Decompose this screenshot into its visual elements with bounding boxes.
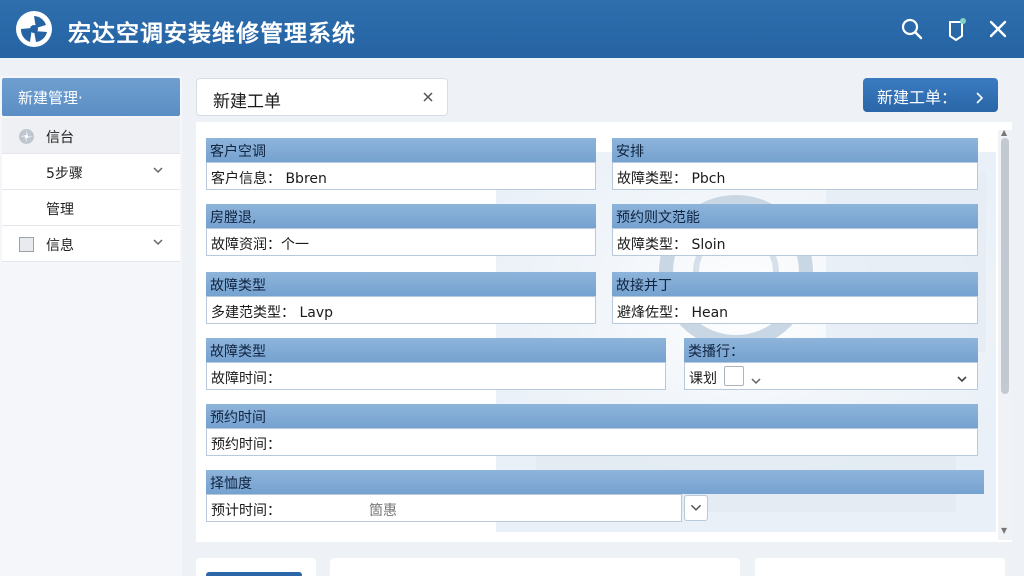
customer-info-field[interactable]: 客户信息： Bbren xyxy=(206,162,596,190)
chevron-right-icon xyxy=(974,89,984,104)
app-header: 宏达空调安装维修管理系统 xyxy=(0,0,1024,58)
field-group-title: 房膛退, xyxy=(206,204,596,228)
new-work-order-button[interactable]: 新建工单： xyxy=(863,78,998,112)
logo-icon xyxy=(16,11,52,47)
tab-label: 新建工单 xyxy=(213,92,281,112)
scroll-down-icon[interactable]: ▼ xyxy=(1001,526,1007,535)
close-icon[interactable] xyxy=(421,89,435,103)
fault-time-field[interactable]: 故障时间： xyxy=(206,362,666,390)
checkbox-icon xyxy=(18,236,35,253)
new-button-label: 新建工单： xyxy=(877,88,958,107)
scroll-thumb[interactable] xyxy=(1001,138,1009,394)
sidebar-item-xintai[interactable]: 信台 xyxy=(2,118,180,154)
scroll-up-icon[interactable]: ▲ xyxy=(1001,128,1007,137)
bottom-card xyxy=(196,558,316,576)
sidebar-head[interactable]: 新建管理· xyxy=(2,78,180,116)
tab-new-work-order[interactable]: 新建工单 xyxy=(196,78,448,116)
field-group-title: 故接并丁 xyxy=(612,272,978,296)
field-group-title: 故障类型 xyxy=(206,272,596,296)
estimated-time-label: 预计时间： xyxy=(211,503,281,519)
field-group-title: 类播行： xyxy=(684,338,978,362)
plan-checkbox[interactable] xyxy=(724,366,744,386)
notification-icon[interactable] xyxy=(943,16,969,42)
sidebar-item-label: 管理 xyxy=(46,202,74,218)
field-group-title: 择恤度 xyxy=(206,470,984,494)
app-title: 宏达空调安装维修管理系统 xyxy=(68,21,356,47)
type-field[interactable]: 避烽佐型： Hean xyxy=(612,296,978,324)
chevron-down-icon xyxy=(750,372,762,385)
bottom-card-button[interactable] xyxy=(206,572,302,576)
multi-type-field[interactable]: 多建范类型： Lavp xyxy=(206,296,596,324)
bottom-card xyxy=(330,558,740,576)
chevron-down-icon xyxy=(152,164,164,176)
appointment-time-field[interactable]: 预约时间： xyxy=(206,428,978,456)
field-group-title: 安排 xyxy=(612,138,978,162)
content-scrollbar[interactable]: ▲ ▼ xyxy=(998,128,1012,540)
sidebar-item-label: 5步骤 xyxy=(46,166,83,182)
chevron-down-icon xyxy=(152,236,164,248)
field-group-title: 预约时间 xyxy=(206,404,978,428)
fault-type-field[interactable]: 故障类型： Pbch xyxy=(612,162,978,190)
sidebar-item-manage[interactable]: 管理 xyxy=(2,190,180,226)
work-order-form: 客户空调 客户信息： Bbren 安排 故障类型： Pbch 房膛退, 故障资润… xyxy=(196,122,1012,542)
chevron-down-icon[interactable] xyxy=(956,370,968,383)
field-group-title: 预约则文范能 xyxy=(612,204,978,228)
estimated-time-dropdown[interactable] xyxy=(684,495,708,521)
plan-label: 课划 xyxy=(689,371,717,387)
fault-type-field[interactable]: 故障类型： Sloin xyxy=(612,228,978,256)
field-group-title: 客户空调 xyxy=(206,138,596,162)
bottom-card xyxy=(755,558,1005,576)
estimated-time-field[interactable]: 预计时间： 箇惠 xyxy=(206,494,682,522)
sidebar: 新建管理· 信台 5步骤 管理 信息 xyxy=(0,76,182,576)
sidebar-item-steps[interactable]: 5步骤 xyxy=(2,154,180,190)
sidebar-item-label: 信台 xyxy=(46,130,74,146)
estimated-time-value: 箇惠 xyxy=(369,503,397,519)
fault-resource-field[interactable]: 故障资润：个一 xyxy=(206,228,596,256)
sidebar-item-info[interactable]: 信息 xyxy=(2,226,180,262)
fan-icon xyxy=(18,128,35,145)
sidebar-item-label: 信息 xyxy=(46,238,74,254)
search-icon[interactable] xyxy=(899,16,925,42)
field-group-title: 故障类型 xyxy=(206,338,666,362)
close-icon[interactable] xyxy=(985,16,1011,42)
